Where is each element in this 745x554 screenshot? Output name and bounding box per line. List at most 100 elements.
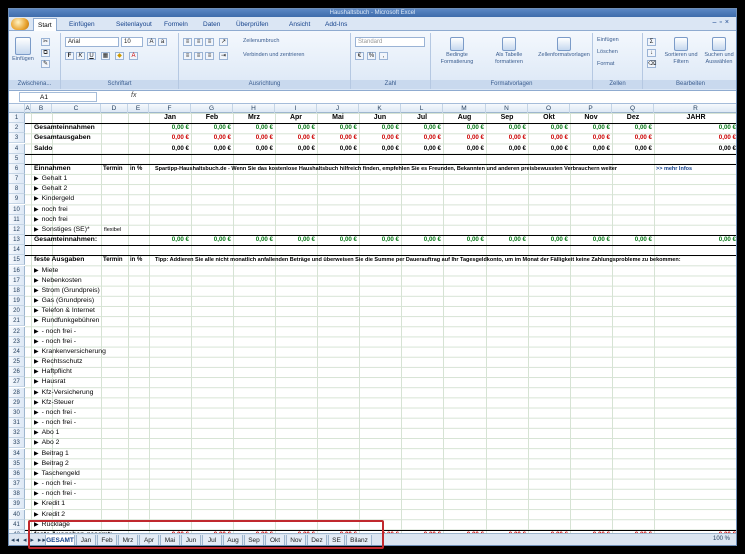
row-header-23[interactable]: 23 — [9, 336, 25, 347]
align-left-icon[interactable]: ≡ — [183, 52, 192, 60]
copy-icon[interactable]: ⧉ — [41, 49, 50, 57]
income-item[interactable]: ▶ Gehalt 1 — [34, 174, 124, 184]
find-select-button[interactable]: Suchen und Auswählen — [701, 37, 736, 66]
row-header-20[interactable]: 20 — [9, 306, 25, 317]
column-header-O[interactable]: O — [528, 104, 570, 113]
expense-item[interactable]: ▶ - noch frei - — [34, 489, 124, 499]
expand-arrow-icon[interactable]: ▶ — [34, 278, 39, 284]
expense-item[interactable]: ▶ Beitrag 2 — [34, 459, 124, 469]
border-icon[interactable]: ▦ — [101, 52, 110, 60]
column-header-K[interactable]: K — [359, 104, 401, 113]
ribbon-tab-start[interactable]: Start — [33, 18, 57, 31]
cut-icon[interactable]: ✂ — [41, 38, 50, 46]
sum-icon[interactable]: Σ — [647, 38, 656, 46]
income-item[interactable]: ▶ Kindergeld — [34, 194, 124, 204]
expand-arrow-icon[interactable]: ▶ — [34, 318, 39, 324]
row-header-22[interactable]: 22 — [9, 326, 25, 337]
expense-item[interactable]: ▶ Taschengeld — [34, 469, 124, 479]
ribbon-tab-seitenlayout[interactable]: Seitenlayout — [112, 18, 156, 31]
row-header-27[interactable]: 27 — [9, 377, 25, 388]
row-header-24[interactable]: 24 — [9, 346, 25, 357]
column-header-D[interactable]: D — [101, 104, 128, 113]
column-header-H[interactable]: H — [233, 104, 275, 113]
row-header-15[interactable]: 15 — [9, 255, 25, 266]
expense-item[interactable]: ▶ Nebenkosten — [34, 276, 124, 286]
expense-item[interactable]: ▶ Krankenversicherung — [34, 347, 124, 357]
expense-item[interactable]: ▶ Kredit 1 — [34, 499, 124, 509]
align-bottom-icon[interactable]: ≡ — [205, 38, 214, 46]
row-header-38[interactable]: 38 — [9, 489, 25, 500]
column-header-E[interactable]: E — [128, 104, 149, 113]
row-header-37[interactable]: 37 — [9, 479, 25, 490]
italic-icon[interactable]: K — [76, 52, 85, 60]
row-header-10[interactable]: 10 — [9, 204, 25, 215]
column-header-P[interactable]: P — [570, 104, 612, 113]
row-header-12[interactable]: 12 — [9, 224, 25, 235]
column-header-G[interactable]: G — [191, 104, 233, 113]
column-header-R[interactable]: R — [654, 104, 736, 113]
row-header-2[interactable]: 2 — [9, 123, 25, 134]
indent-icon[interactable]: ⇥ — [219, 52, 228, 60]
row-header-7[interactable]: 7 — [9, 174, 25, 185]
row-header-5[interactable]: 5 — [9, 153, 25, 164]
row-header-18[interactable]: 18 — [9, 285, 25, 296]
expense-item[interactable]: ▶ - noch frei - — [34, 418, 124, 428]
merge-center-button[interactable]: Verbinden und zentrieren — [243, 52, 343, 59]
clear-icon[interactable]: ⌫ — [647, 60, 656, 68]
format-painter-icon[interactable]: ✎ — [41, 60, 50, 68]
ribbon-tab-daten[interactable]: Daten — [199, 18, 224, 31]
row-header-36[interactable]: 36 — [9, 468, 25, 479]
expense-item[interactable]: ▶ Abo 2 — [34, 438, 124, 448]
expand-arrow-icon[interactable]: ▶ — [34, 369, 39, 375]
row-header-41[interactable]: 41 — [9, 519, 25, 530]
wrap-text-button[interactable]: Zeilenumbruch — [243, 38, 313, 45]
expense-item[interactable]: ▶ Strom (Grundpreis) — [34, 286, 124, 296]
income-item[interactable]: ▶ Gehalt 2 — [34, 184, 124, 194]
more-info-link[interactable]: >> mehr Infos — [656, 164, 736, 174]
row-header-8[interactable]: 8 — [9, 184, 25, 195]
expand-arrow-icon[interactable]: ▶ — [34, 410, 39, 416]
expense-item[interactable]: ▶ Gas (Grundpreis) — [34, 296, 124, 306]
expand-arrow-icon[interactable]: ▶ — [34, 339, 39, 345]
row-header-32[interactable]: 32 — [9, 428, 25, 439]
expense-item[interactable]: ▶ Kfz-Steuer — [34, 398, 124, 408]
underline-icon[interactable]: U — [87, 52, 96, 60]
row-header-29[interactable]: 29 — [9, 397, 25, 408]
expand-arrow-icon[interactable]: ▶ — [34, 227, 39, 233]
font-size-select[interactable]: 10 — [121, 37, 143, 47]
expense-item[interactable]: ▶ Rechtsschutz — [34, 357, 124, 367]
ribbon-tab-ansicht[interactable]: Ansicht — [285, 18, 314, 31]
percent-icon[interactable]: % — [367, 52, 376, 60]
expense-item[interactable]: ▶ - noch frei - — [34, 327, 124, 337]
font-color-icon[interactable]: A — [129, 52, 138, 60]
expense-item[interactable]: ▶ Hausrat — [34, 377, 124, 387]
corner-cell[interactable] — [9, 104, 25, 113]
format-cells-button[interactable]: Format — [597, 61, 639, 68]
income-item[interactable]: ▶ noch frei — [34, 205, 124, 215]
zoom-level[interactable]: 100 % — [713, 536, 730, 542]
row-header-16[interactable]: 16 — [9, 265, 25, 276]
align-center-icon[interactable]: ≡ — [194, 52, 203, 60]
column-header-M[interactable]: M — [443, 104, 486, 113]
expand-arrow-icon[interactable]: ▶ — [34, 512, 39, 518]
align-middle-icon[interactable]: ≡ — [194, 38, 203, 46]
row-header-19[interactable]: 19 — [9, 296, 25, 307]
ribbon-tab-einfügen[interactable]: Einfügen — [65, 18, 99, 31]
expense-item[interactable]: ▶ Kfz-Versicherung — [34, 388, 124, 398]
expense-item[interactable]: ▶ - noch frei - — [34, 408, 124, 418]
fill-color-icon[interactable]: ◆ — [115, 52, 124, 60]
expense-item[interactable]: ▶ Abo 1 — [34, 428, 124, 438]
expand-arrow-icon[interactable]: ▶ — [34, 349, 39, 355]
expense-item[interactable]: ▶ Rundfunkgebühren — [34, 316, 124, 326]
expense-item[interactable]: ▶ Telefon & Internet — [34, 306, 124, 316]
expense-item[interactable]: ▶ Kredit 2 — [34, 510, 124, 520]
expand-arrow-icon[interactable]: ▶ — [34, 400, 39, 406]
row-header-40[interactable]: 40 — [9, 509, 25, 520]
sort-filter-button[interactable]: Sortieren und Filtern — [663, 37, 699, 66]
currency-icon[interactable]: € — [355, 52, 364, 60]
row-header-31[interactable]: 31 — [9, 418, 25, 429]
column-header-I[interactable]: I — [275, 104, 317, 113]
expand-arrow-icon[interactable]: ▶ — [34, 268, 39, 274]
expense-item[interactable]: ▶ Miete — [34, 266, 124, 276]
expand-arrow-icon[interactable]: ▶ — [34, 329, 39, 335]
